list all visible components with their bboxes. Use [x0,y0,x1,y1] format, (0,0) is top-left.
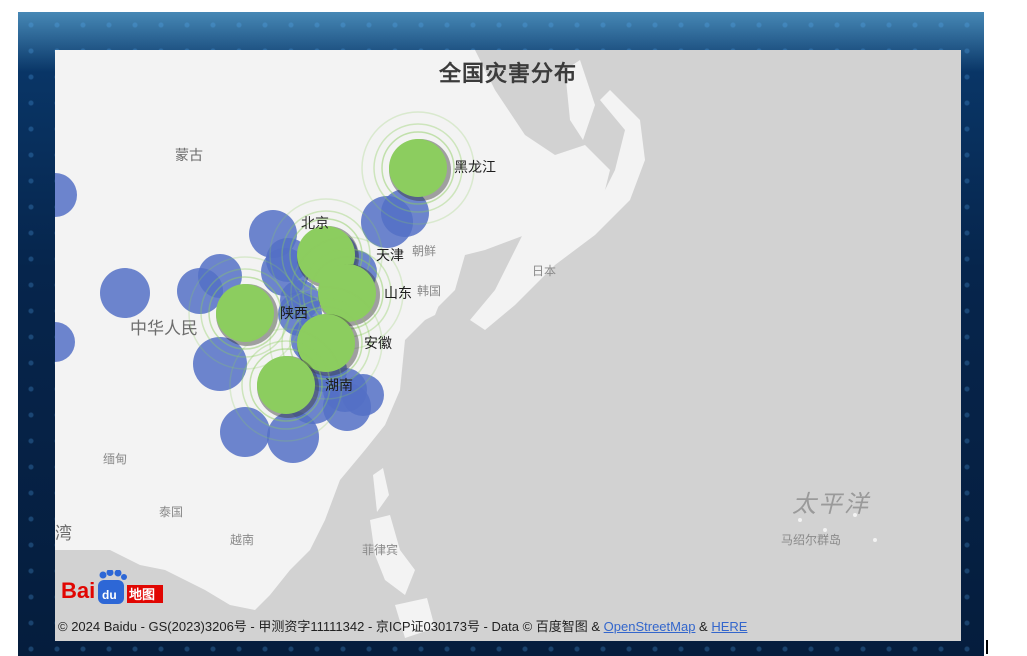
scatter-point [193,337,247,391]
scatter-point [100,268,150,318]
attribution-and: & [695,619,712,634]
openstreetmap-link[interactable]: OpenStreetMap [604,619,696,634]
logo-du-text: du [102,588,117,602]
effect-point-hunan [257,356,315,414]
logo-bai-text: Bai [61,578,95,603]
label-pacific-ocean: 太平洋 [792,491,870,518]
effect-point-heilongjiang [389,139,447,197]
disaster-markers: 北京 [55,111,475,463]
region-label-shaanxi: 陕西 [280,305,308,321]
scatter-point [220,407,270,457]
scatter-point [55,173,77,217]
paw-icon: du [98,569,127,604]
label-thailand: 泰国 [159,505,184,519]
cursor-marker [986,640,988,654]
attribution-text: © 2024 Baidu - GS(2023)3206号 - 甲测资字11111… [58,619,604,634]
map-title: 全国灾害分布 [438,61,577,86]
scatter-point [55,322,75,362]
label-mongolia: 蒙古 [175,147,203,163]
label-marshall-islands: 马绍尔群岛 [781,533,842,547]
label-philippines: 菲律宾 [362,543,399,557]
region-label-shandong: 山东 [384,285,412,301]
disaster-map[interactable]: 北京 全国灾害分布 蒙古 中华人民 朝鲜 韩国 日本 缅甸 泰国 越南 菲律宾 … [55,50,961,641]
label-north-korea: 朝鲜 [412,244,437,258]
here-link[interactable]: HERE [711,619,747,634]
label-myanmar: 缅甸 [103,452,128,466]
label-south-korea: 韩国 [417,284,442,298]
region-label-beijing: 北京 [301,216,329,232]
map-attribution: © 2024 Baidu - GS(2023)3206号 - 甲测资字11111… [58,616,747,635]
label-china: 中华人民 [130,319,198,338]
label-taiwan: 湾 [55,524,72,543]
logo-map-text: 地图 [129,587,155,603]
region-label-heilongjiang: 黑龙江 [454,159,496,175]
label-japan: 日本 [532,264,557,278]
region-label-hunan: 湖南 [325,377,353,393]
baidu-map-logo[interactable]: Bai du 地图 [60,569,170,604]
region-label-anhui: 安徽 [364,335,392,351]
label-vietnam: 越南 [230,533,255,547]
region-label-tianjin: 天津 [376,247,404,263]
